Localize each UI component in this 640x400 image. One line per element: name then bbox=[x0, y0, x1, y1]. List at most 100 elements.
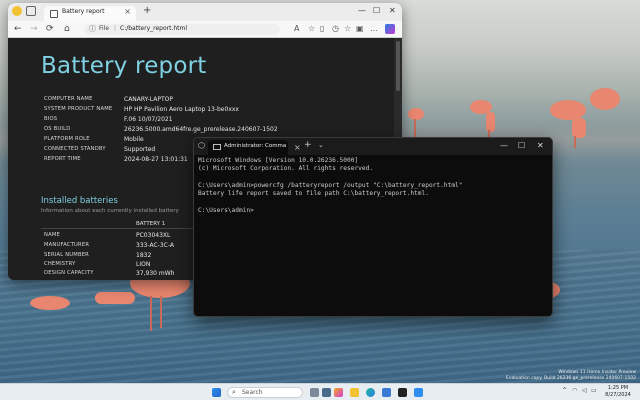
file-explorer-icon[interactable] bbox=[350, 388, 359, 397]
terminal-line: Microsoft Windows [Version 10.0.26236.50… bbox=[198, 157, 359, 164]
flamingo-shape bbox=[95, 292, 135, 304]
photos-icon[interactable] bbox=[414, 388, 423, 397]
tray-chevron-icon[interactable]: ^ bbox=[562, 387, 567, 394]
scrollbar-thumb[interactable] bbox=[396, 41, 400, 91]
favorites-bar-icon[interactable]: ☆ bbox=[344, 24, 351, 33]
shield-icon: ⬡ bbox=[198, 141, 205, 150]
start-icon[interactable] bbox=[212, 388, 221, 397]
home-button[interactable]: ⌂ bbox=[64, 24, 70, 34]
report-info-row: SYSTEM PRODUCT NAME HP HP Pavilion Aero … bbox=[44, 106, 384, 115]
copilot-icon[interactable] bbox=[385, 24, 395, 34]
battery-icon[interactable]: ▭ bbox=[591, 387, 597, 394]
info-key: PLATFORM ROLE bbox=[44, 136, 90, 142]
volume-icon[interactable]: ◁ bbox=[582, 387, 587, 394]
edge-icon[interactable] bbox=[366, 388, 375, 397]
favorite-icon[interactable]: ☆ bbox=[308, 24, 315, 33]
network-icon[interactable]: ◠ bbox=[572, 387, 577, 394]
clock-time: 1:25 PM bbox=[607, 385, 629, 391]
widgets-icon[interactable] bbox=[310, 388, 319, 397]
windows-watermark: Windows 11 Home Insider Preview Evaluati… bbox=[500, 370, 636, 381]
info-value: HP HP Pavilion Aero Laptop 13-be0xxx bbox=[124, 106, 239, 113]
new-tab-button[interactable]: + bbox=[304, 140, 312, 150]
info-value: Mobile bbox=[124, 136, 144, 143]
dropdown-icon[interactable]: ⌄ bbox=[318, 141, 324, 149]
terminal-app-icon[interactable] bbox=[398, 388, 407, 397]
url-text[interactable]: C:/battery_report.html bbox=[120, 25, 187, 32]
clock-date: 8/27/2024 bbox=[605, 392, 631, 398]
terminal-tab[interactable]: Administrator: Command Pro × bbox=[208, 140, 301, 155]
taskbar: ⌕ Search ^ ◠ ◁ ▭ 1:25 PM 8/27/2024 bbox=[0, 383, 640, 400]
info-key: REPORT TIME bbox=[44, 156, 81, 162]
workspaces-icon[interactable] bbox=[26, 6, 36, 16]
minimize-button[interactable]: — bbox=[358, 6, 366, 15]
history-icon[interactable]: ◷ bbox=[332, 24, 339, 33]
terminal-icon bbox=[213, 144, 221, 150]
flamingo-shape bbox=[572, 118, 586, 138]
taskbar-clock[interactable]: 1:25 PM 8/27/2024 bbox=[600, 385, 636, 399]
section-title: Installed batteries bbox=[41, 196, 118, 206]
flamingo-leg bbox=[160, 296, 162, 328]
split-screen-icon[interactable]: ▯ bbox=[320, 24, 324, 33]
close-button[interactable]: ✕ bbox=[389, 6, 396, 15]
browser-tab-bar: Battery report × + — ☐ ✕ bbox=[8, 3, 402, 21]
battery-key: DESIGN CAPACITY bbox=[44, 270, 94, 276]
info-icon[interactable]: ⓘ bbox=[89, 24, 96, 34]
terminal-line: C:\Users\admin>powercfg /batteryreport /… bbox=[198, 181, 463, 189]
info-value: 2024-08-27 13:01:31 bbox=[124, 156, 188, 163]
flamingo-leg bbox=[150, 296, 152, 331]
collections-icon[interactable]: ▣ bbox=[356, 24, 364, 33]
task-view-icon[interactable] bbox=[322, 388, 331, 397]
forward-button[interactable]: → bbox=[30, 24, 38, 34]
flamingo-shape bbox=[550, 100, 586, 120]
tab-close-icon[interactable]: × bbox=[124, 7, 131, 16]
new-tab-button[interactable]: + bbox=[143, 5, 151, 16]
report-info-row: OS BUILD 26236.5000.amd64fre.ge_prerelea… bbox=[44, 126, 384, 135]
page-icon bbox=[50, 10, 58, 18]
refresh-button[interactable]: ⟳ bbox=[46, 24, 54, 34]
flamingo-leg bbox=[414, 119, 416, 137]
info-value: Supported bbox=[124, 146, 156, 153]
tab-close-icon[interactable]: × bbox=[294, 143, 301, 152]
info-key: SYSTEM PRODUCT NAME bbox=[44, 106, 113, 112]
url-scheme-label: File bbox=[99, 25, 110, 32]
maximize-button[interactable]: ☐ bbox=[518, 141, 525, 150]
battery-value: LION bbox=[136, 261, 151, 268]
info-value: F.06 10/07/2021 bbox=[124, 116, 173, 123]
minimize-button[interactable]: — bbox=[500, 141, 508, 150]
store-icon[interactable] bbox=[382, 388, 391, 397]
close-button[interactable]: ✕ bbox=[537, 141, 544, 150]
read-aloud-icon[interactable]: A bbox=[294, 24, 299, 33]
info-key: COMPUTER NAME bbox=[44, 96, 93, 102]
flamingo-leg bbox=[574, 136, 576, 148]
search-icon: ⌕ bbox=[232, 388, 236, 396]
back-button[interactable]: ← bbox=[14, 24, 22, 34]
search-placeholder: Search bbox=[242, 389, 263, 396]
terminal-prompt[interactable]: C:\Users\admin> bbox=[198, 207, 548, 215]
terminal-window: ⬡ Administrator: Command Pro × + ⌄ — ☐ ✕… bbox=[193, 137, 553, 317]
info-value: CANARY-LAPTOP bbox=[124, 96, 173, 103]
section-subtitle: Information about each currently install… bbox=[41, 208, 179, 214]
flamingo-shape bbox=[30, 296, 70, 310]
copilot-icon[interactable] bbox=[334, 388, 343, 397]
battery-column-header: BATTERY 1 bbox=[136, 221, 166, 227]
address-bar[interactable]: ⓘ File | C:/battery_report.html bbox=[84, 24, 280, 35]
battery-key: MANUFACTURER bbox=[44, 242, 90, 248]
flamingo-shape bbox=[486, 112, 495, 132]
battery-value: 37,930 mWh bbox=[136, 270, 175, 277]
terminal-output[interactable]: Microsoft Windows [Version 10.0.26236.50… bbox=[198, 157, 548, 215]
terminal-title-bar: ⬡ Administrator: Command Pro × + ⌄ — ☐ ✕ bbox=[194, 138, 552, 155]
watermark-line: Evaluation copy. Build 26236.ge_prerelea… bbox=[506, 375, 636, 381]
profile-icon[interactable] bbox=[12, 6, 22, 16]
tab-title: Battery report bbox=[62, 8, 105, 15]
tab-battery-report[interactable]: Battery report × bbox=[44, 6, 136, 21]
maximize-button[interactable]: ☐ bbox=[373, 6, 380, 15]
battery-value: PC03043XL bbox=[136, 232, 171, 239]
battery-key: CHEMISTRY bbox=[44, 261, 76, 267]
more-icon[interactable]: … bbox=[370, 24, 378, 33]
terminal-line: (c) Microsoft Corporation. All rights re… bbox=[198, 165, 374, 173]
battery-value: 333-AC-3C-A bbox=[136, 242, 174, 249]
report-info-row: COMPUTER NAME CANARY-LAPTOP bbox=[44, 96, 384, 105]
taskbar-search[interactable]: ⌕ Search bbox=[227, 387, 303, 398]
